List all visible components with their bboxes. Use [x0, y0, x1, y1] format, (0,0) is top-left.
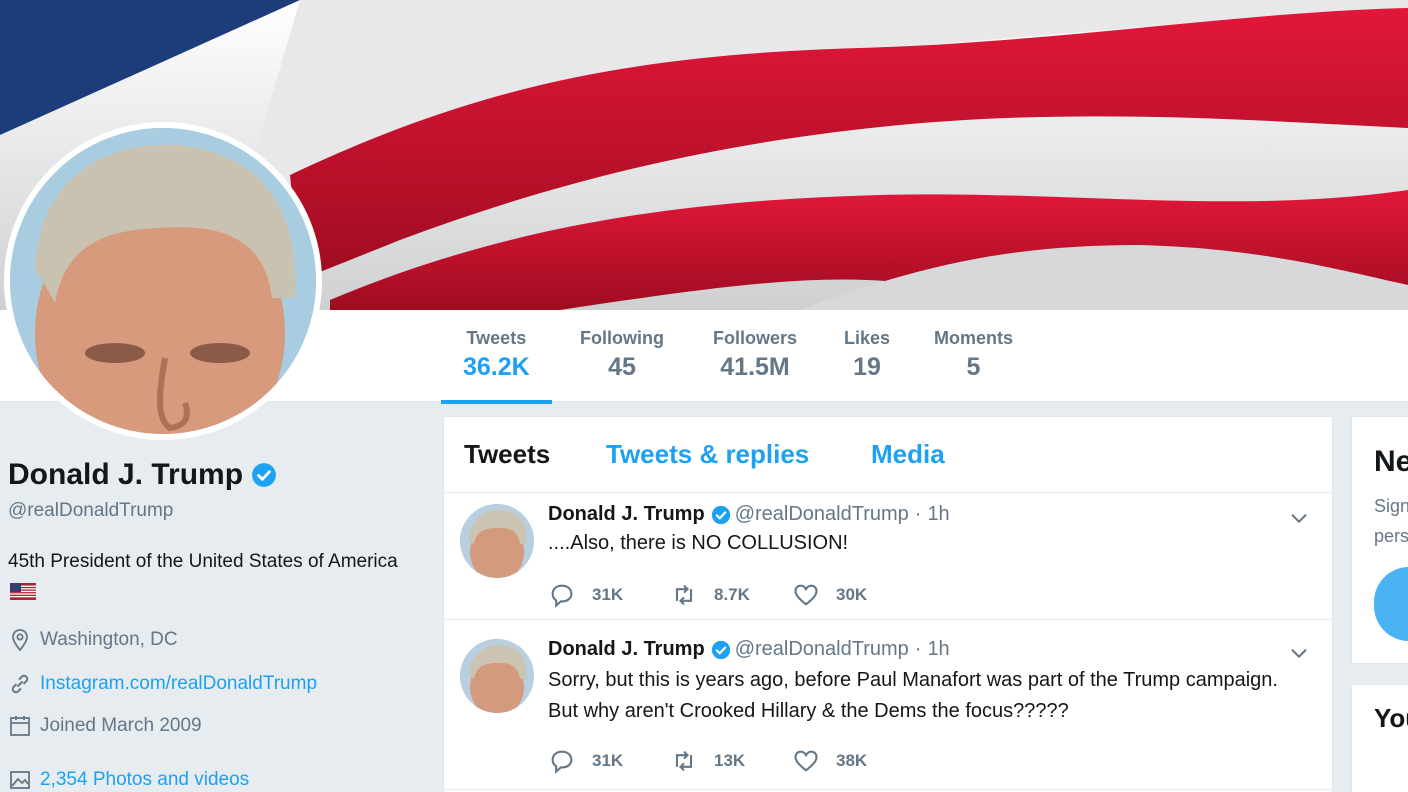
location-pin-icon: [12, 629, 28, 652]
stat-value: 5: [966, 353, 981, 381]
profile-location-text: Washington, DC: [40, 629, 178, 650]
you-may-also-like-card: You: [1351, 684, 1408, 792]
stat-following[interactable]: Following 45: [580, 328, 664, 382]
stat-label: Moments: [934, 328, 1014, 348]
tweet-timestamp[interactable]: 1h: [927, 503, 949, 526]
separator-dot: ·: [914, 638, 922, 660]
stat-label: Following: [580, 328, 664, 348]
new-to-twitter-card: Ne Sign pers: [1351, 416, 1408, 664]
tweet-author-handle[interactable]: @realDonaldTrump: [735, 503, 909, 526]
calendar-icon: [10, 716, 30, 736]
tweet-avatar[interactable]: [460, 639, 534, 713]
profile-bio: 45th President of the United States of A…: [8, 546, 408, 608]
heart-icon: [794, 584, 818, 606]
profile-photos-link[interactable]: 2,354 Photos and videos: [40, 769, 249, 791]
stat-value: 19: [853, 353, 881, 381]
chevron-down-icon[interactable]: [1288, 642, 1310, 664]
tweet-actions: 31K 13K 38K: [548, 747, 914, 775]
stat-label: Followers: [713, 328, 798, 348]
stat-value: 36.2K: [463, 353, 530, 381]
stat-label: Likes: [844, 328, 891, 348]
link-icon: [11, 674, 29, 694]
tweet-author-handle[interactable]: @realDonaldTrump: [735, 638, 909, 661]
retweet-count: 13K: [714, 751, 746, 770]
chevron-down-icon[interactable]: [1288, 507, 1310, 529]
reply-count: 31K: [592, 751, 624, 770]
avatar-image: [10, 128, 316, 434]
separator-dot: ·: [914, 503, 922, 525]
card-line: Sign: [1374, 496, 1408, 516]
tweet-header: Donald J. Trump @realDonaldTrump · 1h: [548, 503, 950, 526]
like-count: 30K: [836, 585, 868, 604]
tweet-header: Donald J. Trump @realDonaldTrump · 1h: [548, 638, 950, 661]
reply-button[interactable]: 31K: [548, 747, 670, 775]
card-title: You: [1374, 703, 1408, 733]
tweet-item[interactable]: Donald J. Trump @realDonaldTrump · 1h ..…: [444, 493, 1332, 620]
retweet-button[interactable]: 8.7K: [670, 581, 792, 609]
tab-media[interactable]: Media: [871, 439, 945, 470]
tweet-timeline: Tweets Tweets & replies Media Donald J. …: [443, 416, 1333, 792]
stat-moments[interactable]: Moments 5: [934, 328, 1013, 382]
card-title: Ne: [1374, 445, 1408, 478]
like-button[interactable]: 38K: [792, 747, 914, 775]
tweet-actions: 31K 8.7K 30K: [548, 581, 914, 609]
stat-tweets[interactable]: Tweets 36.2K: [441, 328, 552, 404]
profile-handle[interactable]: @realDonaldTrump: [8, 500, 173, 522]
stat-followers[interactable]: Followers 41.5M: [713, 328, 797, 382]
reply-icon: [551, 750, 573, 774]
photos-icon: [10, 771, 30, 789]
tab-tweets-replies[interactable]: Tweets & replies: [606, 439, 809, 470]
heart-icon: [794, 750, 818, 772]
like-button[interactable]: 30K: [792, 581, 914, 609]
tweet-text: ....Also, there is NO COLLUSION!: [548, 532, 849, 554]
stat-likes[interactable]: Likes 19: [844, 328, 890, 382]
profile-joined-text: Joined March 2009: [40, 715, 202, 736]
card-line: pers: [1374, 526, 1408, 546]
tweet-item[interactable]: Donald J. Trump @realDonaldTrump · 1h So…: [444, 620, 1332, 790]
retweet-count: 8.7K: [714, 585, 750, 604]
verified-badge-icon: [711, 640, 730, 659]
tab-tweets[interactable]: Tweets: [464, 439, 550, 470]
stat-value: 45: [608, 353, 636, 381]
profile-bio-text: 45th President of the United States of A…: [8, 551, 398, 572]
profile-website[interactable]: Instagram.com/realDonaldTrump: [8, 672, 317, 696]
retweet-button[interactable]: 13K: [670, 747, 792, 775]
profile-photos[interactable]: 2,354 Photos and videos: [8, 768, 249, 792]
retweet-icon: [675, 750, 693, 772]
profile-joined: Joined March 2009: [8, 714, 202, 738]
tweet-avatar[interactable]: [460, 504, 534, 578]
stat-value: 41.5M: [720, 353, 790, 381]
tweet-author-name[interactable]: Donald J. Trump: [548, 638, 705, 661]
retweet-icon: [675, 584, 693, 606]
reply-count: 31K: [592, 585, 624, 604]
us-flag-icon: [10, 583, 36, 600]
reply-icon: [551, 584, 573, 608]
profile-name-row: Donald J. Trump: [8, 458, 277, 492]
verified-badge-icon: [252, 463, 276, 487]
tweet-timestamp[interactable]: 1h: [927, 638, 949, 661]
reply-button[interactable]: 31K: [548, 581, 670, 609]
like-count: 38K: [836, 751, 868, 770]
profile-sidebar: Donald J. Trump @realDonaldTrump 45th Pr…: [0, 402, 440, 792]
sign-up-button[interactable]: [1374, 567, 1408, 641]
profile-website-link[interactable]: Instagram.com/realDonaldTrump: [40, 673, 317, 695]
profile-page: Tweets 36.2K Following 45 Followers 41.5…: [0, 0, 1408, 792]
verified-badge-icon: [711, 505, 730, 524]
timeline-tabs: Tweets Tweets & replies Media: [444, 417, 1332, 493]
tweet-author-name[interactable]: Donald J. Trump: [548, 503, 705, 526]
profile-avatar[interactable]: [4, 122, 322, 440]
tweet-text: Sorry, but this is years ago, before Pau…: [548, 669, 1278, 722]
profile-fullname[interactable]: Donald J. Trump: [8, 458, 243, 492]
profile-location: Washington, DC: [8, 628, 178, 652]
stat-label: Tweets: [466, 328, 527, 348]
